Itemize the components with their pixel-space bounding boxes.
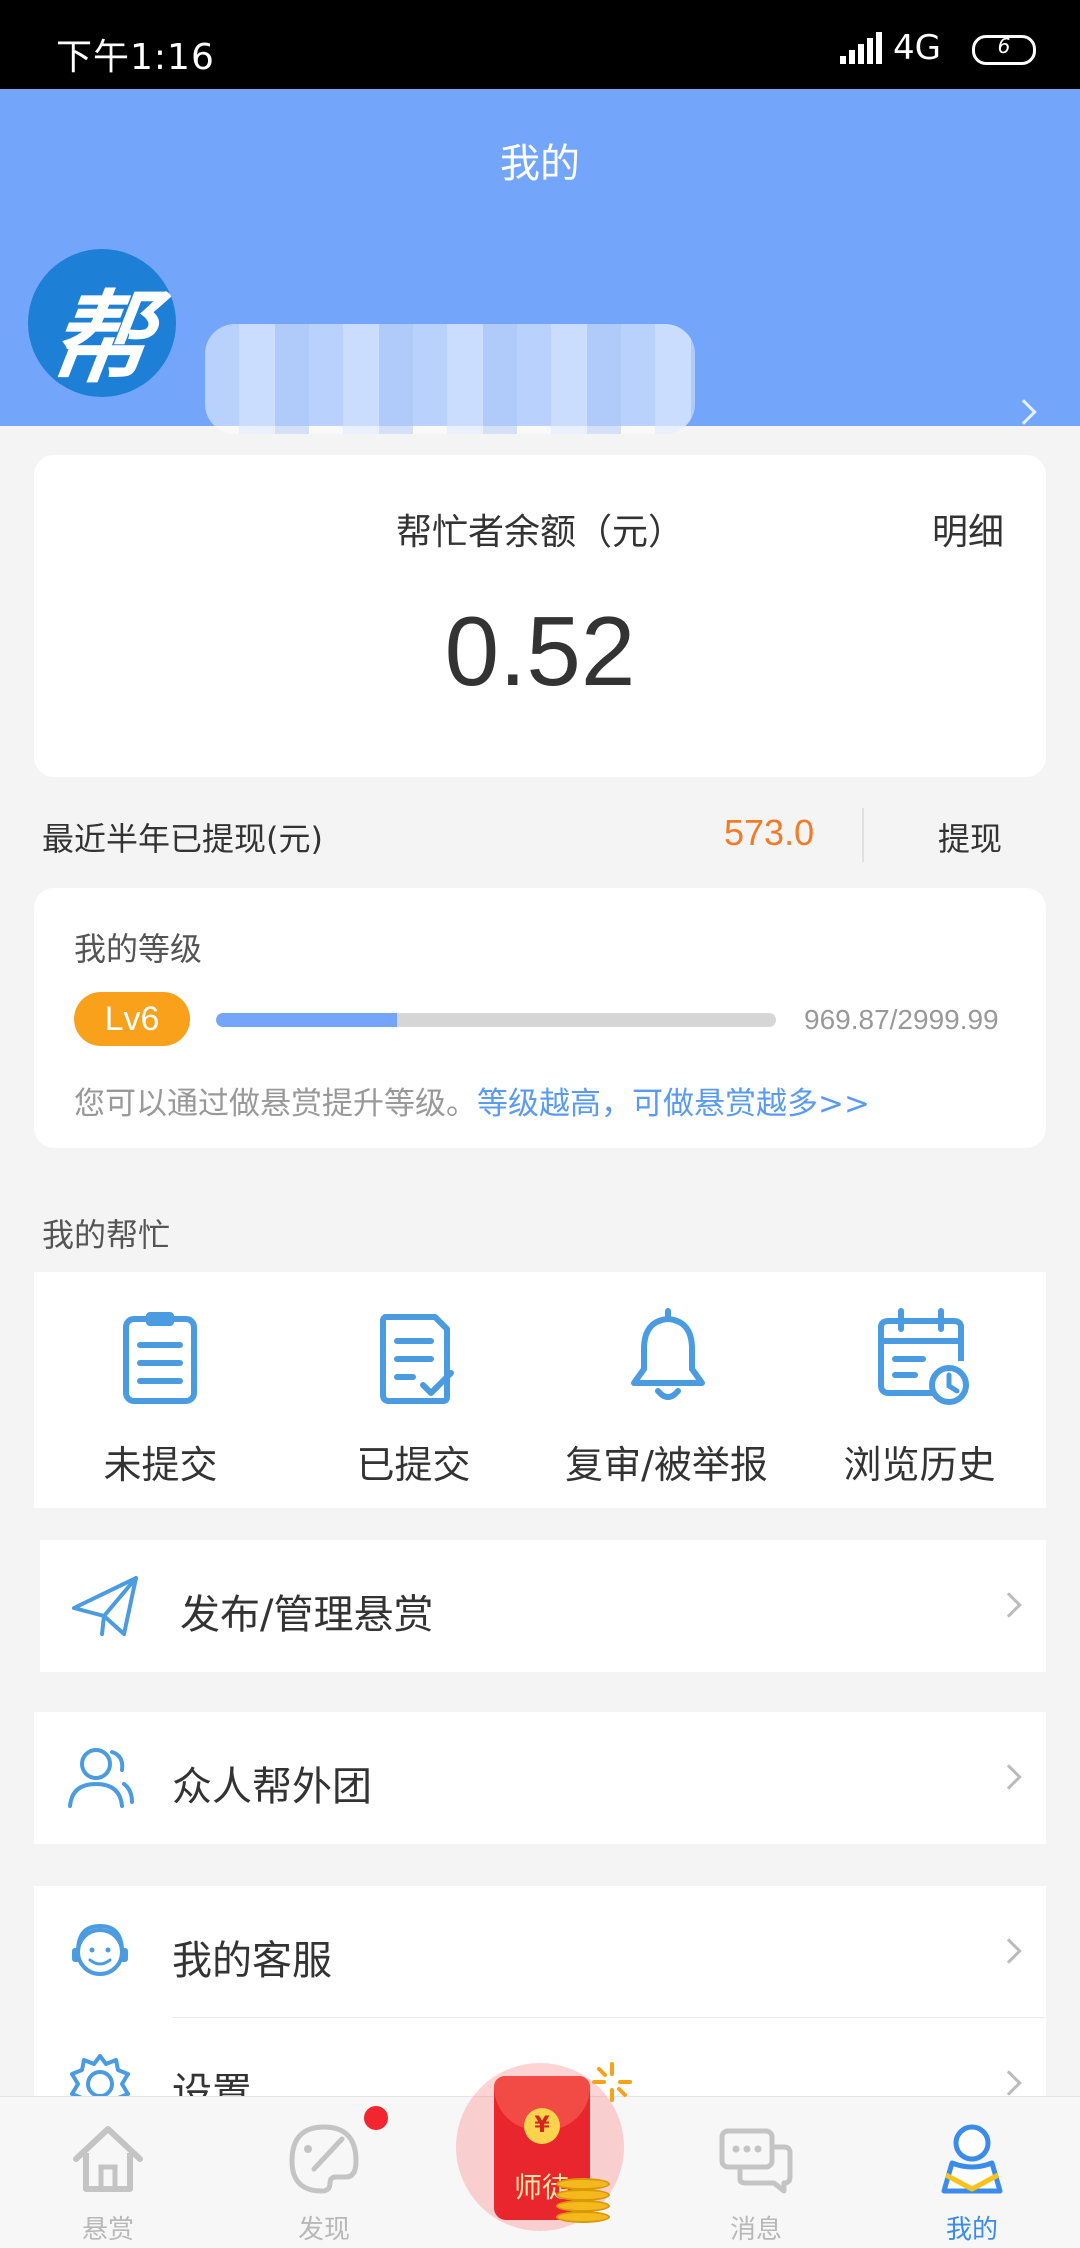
status-time: 下午1:16 — [56, 37, 215, 78]
help-item-not-submitted[interactable]: 未提交 — [34, 1272, 287, 1508]
signal-icon — [840, 32, 884, 64]
withdraw-row: 最近半年已提现(元) 573.0 提现 — [0, 790, 1080, 878]
balance-detail-link[interactable]: 明细 — [932, 503, 1004, 555]
paper-plane-icon — [72, 1576, 138, 1636]
username-redacted — [205, 324, 695, 434]
chevron-right-icon — [996, 1938, 1022, 1964]
menu-item-publish-manage[interactable]: 发布/管理悬赏 — [40, 1540, 1046, 1672]
help-item-review-reported[interactable]: 复审/被举报 — [540, 1272, 793, 1508]
help-item-label: 浏览历史 — [843, 1443, 996, 1487]
page-title: 我的 — [500, 141, 580, 187]
level-card: 我的等级 Lv6 969.87/2999.99 您可以通过做悬赏提升等级。等级越… — [34, 888, 1046, 1148]
menu-item-label: 众人帮外团 — [172, 1764, 372, 1810]
tab-discover[interactable]: 发现 — [216, 2097, 432, 2248]
customer-service-icon — [72, 1923, 128, 1976]
coin-stack-icon — [556, 2178, 610, 2224]
calendar-clock-icon — [878, 1308, 969, 1405]
balance-value: 0.52 — [444, 596, 636, 706]
level-tip-text: 您可以通过做悬赏提升等级。 — [74, 1086, 477, 1122]
bell-icon — [631, 1308, 705, 1400]
menu-item-label: 我的客服 — [172, 1938, 332, 1984]
chat-icon — [719, 2128, 793, 2194]
tab-label: 消息 — [729, 2215, 782, 2245]
battery-icon: 6 — [972, 34, 1036, 65]
withdraw-button[interactable]: 提现 — [938, 814, 1002, 860]
tab-label: 悬赏 — [81, 2215, 134, 2245]
help-item-label: 未提交 — [103, 1443, 218, 1487]
profile-icon — [941, 2124, 1003, 2194]
avatar[interactable]: 帮 — [28, 249, 176, 397]
menu-item-crowd-team[interactable]: 众人帮外团 — [34, 1712, 1046, 1844]
menu-item-customer-service[interactable]: 我的客服 — [34, 1886, 1046, 2018]
status-bar: 下午1:16 4G 6 — [0, 0, 1080, 89]
level-progress-text: 969.87/2999.99 — [804, 1004, 999, 1035]
level-tip: 您可以通过做悬赏提升等级。等级越高，可做悬赏越多>> — [74, 1078, 870, 1123]
withdraw-amount: 573.0 — [724, 812, 815, 853]
document-check-icon — [380, 1314, 454, 1404]
notification-dot — [364, 2106, 388, 2130]
help-item-browse-history[interactable]: 浏览历史 — [793, 1272, 1046, 1508]
my-help-title: 我的帮忙 — [42, 1216, 171, 1254]
my-help-grid: 未提交 已提交 复审/被举报 浏览历史 — [34, 1272, 1046, 1508]
tab-mine[interactable]: 我的 — [864, 2097, 1080, 2248]
avatar-logo-glyph: 帮 — [42, 279, 160, 397]
help-item-submitted[interactable]: 已提交 — [287, 1272, 540, 1508]
sparkle-icon — [592, 2062, 632, 2102]
chevron-right-icon — [996, 1764, 1022, 1790]
level-title: 我的等级 — [74, 930, 203, 968]
tab-bounty[interactable]: 悬赏 — [0, 2097, 216, 2248]
level-progress-fill — [216, 1013, 398, 1027]
menu-item-label: 发布/管理悬赏 — [180, 1592, 434, 1638]
withdraw-label: 最近半年已提现(元) — [42, 820, 323, 858]
users-icon — [68, 1748, 134, 1808]
level-progress-bar — [216, 1013, 776, 1027]
help-item-label: 复审/被举报 — [565, 1443, 768, 1487]
network-type: 4G — [893, 28, 941, 68]
battery-level: 6 — [997, 34, 1011, 58]
tab-messages[interactable]: 消息 — [648, 2097, 864, 2248]
balance-card: 帮忙者余额（元） 明细 0.52 — [34, 455, 1046, 777]
profile-header[interactable]: 我的 帮 — [0, 89, 1080, 434]
divider — [862, 808, 864, 862]
help-item-label: 已提交 — [356, 1443, 471, 1487]
chevron-right-icon — [996, 1592, 1022, 1618]
tab-label: 发现 — [297, 2215, 350, 2245]
level-tip-link[interactable]: 等级越高，可做悬赏越多>> — [477, 1086, 870, 1122]
level-badge: Lv6 — [74, 992, 190, 1046]
tab-label: 我的 — [945, 2215, 998, 2245]
balance-label: 帮忙者余额（元） — [395, 512, 684, 553]
home-icon — [73, 2126, 143, 2192]
palette-icon — [289, 2124, 359, 2194]
clipboard-icon — [123, 1312, 197, 1404]
chevron-right-icon — [996, 2070, 1022, 2096]
coin-icon: ¥ — [524, 2108, 560, 2144]
chevron-right-icon[interactable] — [1011, 399, 1037, 425]
